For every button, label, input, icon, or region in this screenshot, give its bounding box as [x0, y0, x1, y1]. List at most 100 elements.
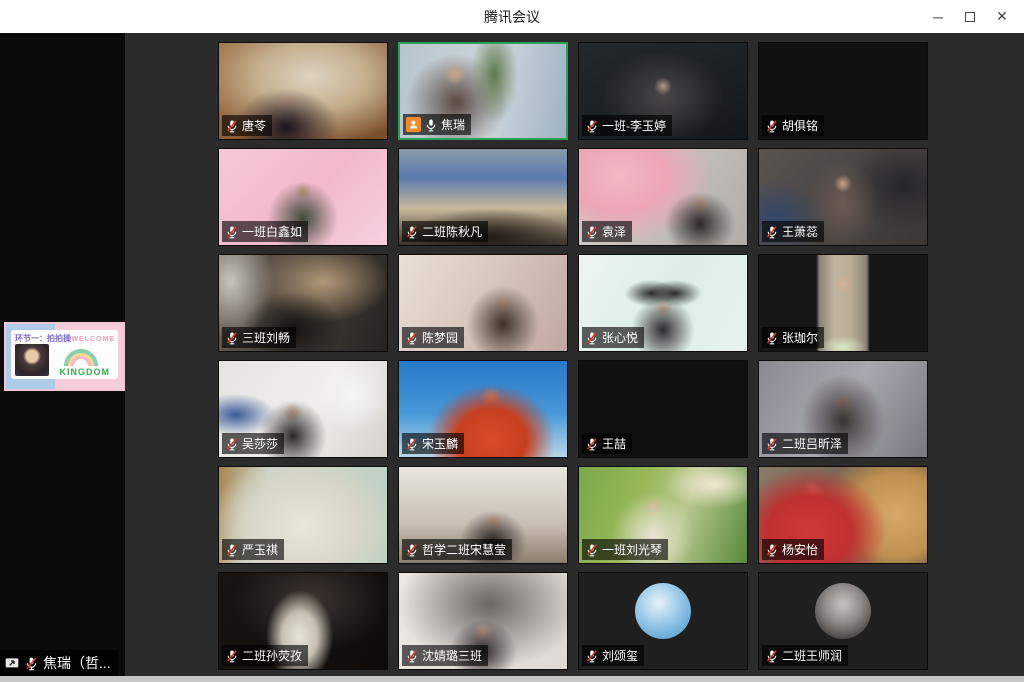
participant-label: 哲学二班宋慧莹	[402, 539, 512, 560]
rainbow-graphic	[58, 348, 104, 366]
participant-tile[interactable]: 胡俱铭	[758, 42, 928, 140]
mic-muted-icon	[405, 543, 419, 557]
mic-muted-icon	[225, 437, 239, 451]
participant-name: 刘颂玺	[602, 647, 638, 664]
mic-muted-icon	[405, 225, 419, 239]
window-controls: ─ ✕	[922, 0, 1018, 33]
minimize-button[interactable]: ─	[922, 0, 954, 33]
mic-muted-icon	[765, 543, 779, 557]
participant-label: 袁泽	[582, 221, 632, 242]
participant-name: 一班白鑫如	[242, 223, 302, 240]
mic-muted-icon	[225, 331, 239, 345]
mic-muted-icon	[225, 543, 239, 557]
participant-label: 宋玉麟	[402, 433, 464, 454]
participant-name: 二班陈秋凡	[422, 223, 482, 240]
mic-muted-icon	[765, 225, 779, 239]
participant-name: 吴莎莎	[242, 435, 278, 452]
participant-tile[interactable]: 刘颂玺	[578, 572, 748, 670]
participant-name: 袁泽	[602, 223, 626, 240]
participant-name: 张珈尔	[782, 329, 818, 346]
participant-label: 三班刘畅	[222, 327, 296, 348]
participant-label: 二班陈秋凡	[402, 221, 488, 242]
participant-name: 王喆	[602, 435, 626, 452]
participant-name: 一班刘光琴	[602, 541, 662, 558]
participant-name: 陈梦园	[422, 329, 458, 346]
participant-name: 杨安怡	[782, 541, 818, 558]
screen-share-icon	[4, 655, 20, 671]
participant-label: 吴莎莎	[222, 433, 284, 454]
participant-tile[interactable]: 一班白鑫如	[218, 148, 388, 246]
slide-welcome-text: WELCOME	[71, 336, 115, 343]
participant-label: 二班吕昕泽	[762, 433, 848, 454]
mic-muted-icon	[585, 437, 599, 451]
participant-name: 二班吕昕泽	[782, 435, 842, 452]
participant-tile[interactable]: 张心悦	[578, 254, 748, 352]
participant-name: 一班-李玉婷	[602, 117, 666, 134]
slide-photo	[15, 344, 49, 376]
participant-tile[interactable]: 二班孙荧孜	[218, 572, 388, 670]
mic-muted-icon	[24, 656, 39, 671]
mic-muted-icon	[765, 119, 779, 133]
mic-muted-icon	[585, 543, 599, 557]
mic-muted-icon	[765, 437, 779, 451]
mic-muted-icon	[405, 649, 419, 663]
participant-tile[interactable]: 一班-李玉婷	[578, 42, 748, 140]
mic-muted-icon	[225, 225, 239, 239]
mic-muted-icon	[585, 119, 599, 133]
shared-slide-preview: 环节一：拍拍操 WELCOME KINGDOM	[4, 322, 125, 391]
participant-tile[interactable]: 焦瑞	[398, 42, 568, 140]
video-grid: 唐苓 焦瑞	[218, 42, 928, 670]
host-badge-icon	[406, 117, 421, 132]
participant-tile[interactable]: 王萧蕊	[758, 148, 928, 246]
gallery-area: 唐苓 焦瑞	[125, 33, 1024, 676]
window-titlebar: 腾讯会议 ─ ✕	[0, 0, 1024, 33]
participant-tile[interactable]: 张珈尔	[758, 254, 928, 352]
screen-share-tile[interactable]: 环节一：拍拍操 WELCOME KINGDOM 焦瑞（哲...	[0, 33, 125, 676]
participant-label: 一班-李玉婷	[582, 115, 672, 136]
participant-tile[interactable]: 二班陈秋凡	[398, 148, 568, 246]
participant-tile[interactable]: 严玉祺	[218, 466, 388, 564]
participant-label: 张珈尔	[762, 327, 824, 348]
participant-label: 刘颂玺	[582, 645, 644, 666]
mic-muted-icon	[765, 649, 779, 663]
participant-label: 二班王师润	[762, 645, 848, 666]
slide-card: 环节一：拍拍操 WELCOME KINGDOM	[11, 330, 118, 379]
participant-tile[interactable]: 陈梦园	[398, 254, 568, 352]
participant-tile[interactable]: 一班刘光琴	[578, 466, 748, 564]
mic-on-icon	[424, 118, 438, 132]
participant-tile[interactable]: 王喆	[578, 360, 748, 458]
participant-name: 焦瑞	[441, 116, 465, 133]
mic-muted-icon	[585, 649, 599, 663]
participant-name: 唐苓	[242, 117, 266, 134]
participant-tile[interactable]: 唐苓	[218, 42, 388, 140]
participant-tile[interactable]: 哲学二班宋慧莹	[398, 466, 568, 564]
participant-name: 沈婧璐三班	[422, 647, 482, 664]
mic-muted-icon	[585, 331, 599, 345]
mic-muted-icon	[405, 437, 419, 451]
participant-label: 胡俱铭	[762, 115, 824, 136]
slide-heading: 环节一：拍拍操	[15, 333, 71, 344]
participant-label: 一班白鑫如	[222, 221, 308, 242]
window-title: 腾讯会议	[484, 7, 540, 27]
participant-tile[interactable]: 沈婧璐三班	[398, 572, 568, 670]
participant-tile[interactable]: 二班吕昕泽	[758, 360, 928, 458]
close-button[interactable]: ✕	[986, 0, 1018, 33]
mic-muted-icon	[585, 225, 599, 239]
participant-tile[interactable]: 杨安怡	[758, 466, 928, 564]
participant-tile[interactable]: 吴莎莎	[218, 360, 388, 458]
window-bottom-edge	[0, 676, 1024, 682]
participant-tile[interactable]: 三班刘畅	[218, 254, 388, 352]
participant-label: 沈婧璐三班	[402, 645, 488, 666]
participant-label: 杨安怡	[762, 539, 824, 560]
participant-label: 王萧蕊	[762, 221, 824, 242]
participant-label: 王喆	[582, 433, 632, 454]
maximize-icon	[965, 12, 975, 22]
participant-label: 张心悦	[582, 327, 644, 348]
participant-tile[interactable]: 宋玉麟	[398, 360, 568, 458]
maximize-button[interactable]	[954, 0, 986, 33]
participant-name: 宋玉麟	[422, 435, 458, 452]
participant-label: 一班刘光琴	[582, 539, 668, 560]
participant-tile[interactable]: 袁泽	[578, 148, 748, 246]
participant-tile[interactable]: 二班王师润	[758, 572, 928, 670]
participant-name: 三班刘畅	[242, 329, 290, 346]
